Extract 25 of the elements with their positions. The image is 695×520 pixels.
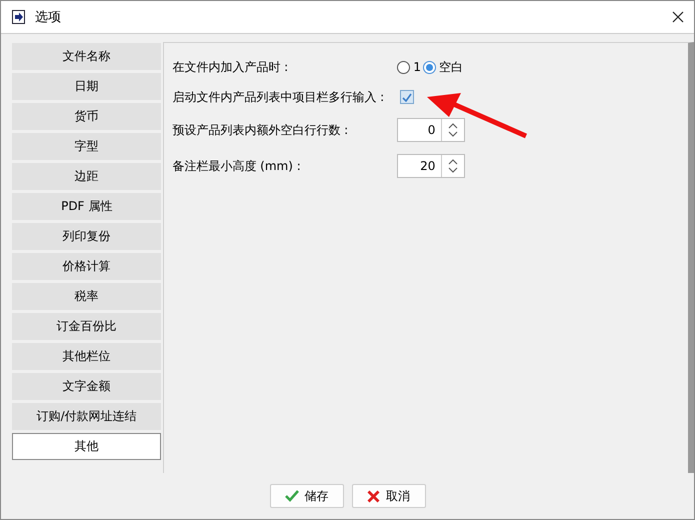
window-title: 选项 [35, 9, 62, 26]
cancel-button[interactable]: 取消 [352, 484, 426, 508]
sidebar-item[interactable]: 列印复份 [12, 223, 162, 250]
sidebar-item[interactable]: 字型 [12, 133, 162, 160]
option-label: 空白 [439, 58, 463, 76]
setting-label: 备注栏最小高度 (mm) : [172, 158, 302, 174]
sidebar-item[interactable]: PDF 属性 [12, 193, 162, 220]
number-field[interactable]: 0 [397, 118, 466, 142]
sidebar-item[interactable]: 文字金额 [12, 373, 162, 400]
setting-label: 预设产品列表内额外空白行行数 : [172, 122, 350, 138]
sidebar-item[interactable]: 订购/付款网址连结 [12, 403, 162, 430]
sidebar-item[interactable]: 价格计算 [12, 253, 162, 280]
setting-label: 在文件内加入产品时 : [172, 58, 290, 76]
save-button[interactable]: 储存 [270, 484, 344, 508]
sidebar-item[interactable]: 货币 [12, 103, 162, 130]
sidebar-item[interactable]: 其他栏位 [12, 343, 162, 370]
sidebar-item[interactable]: 边距 [12, 163, 162, 190]
option-label: 1 [413, 60, 421, 74]
sidebar-item[interactable]: 其他 [12, 433, 162, 460]
setting-label: 启动文件内产品列表中项目栏多行输入 : [172, 88, 386, 106]
sidebar-item[interactable]: 税率 [12, 283, 162, 310]
sidebar-item[interactable]: 订金百份比 [12, 313, 162, 340]
sidebar-item[interactable]: 日期 [12, 73, 162, 100]
number-field[interactable]: 20 [397, 154, 466, 178]
sidebar-item[interactable]: 文件名称 [12, 43, 162, 70]
